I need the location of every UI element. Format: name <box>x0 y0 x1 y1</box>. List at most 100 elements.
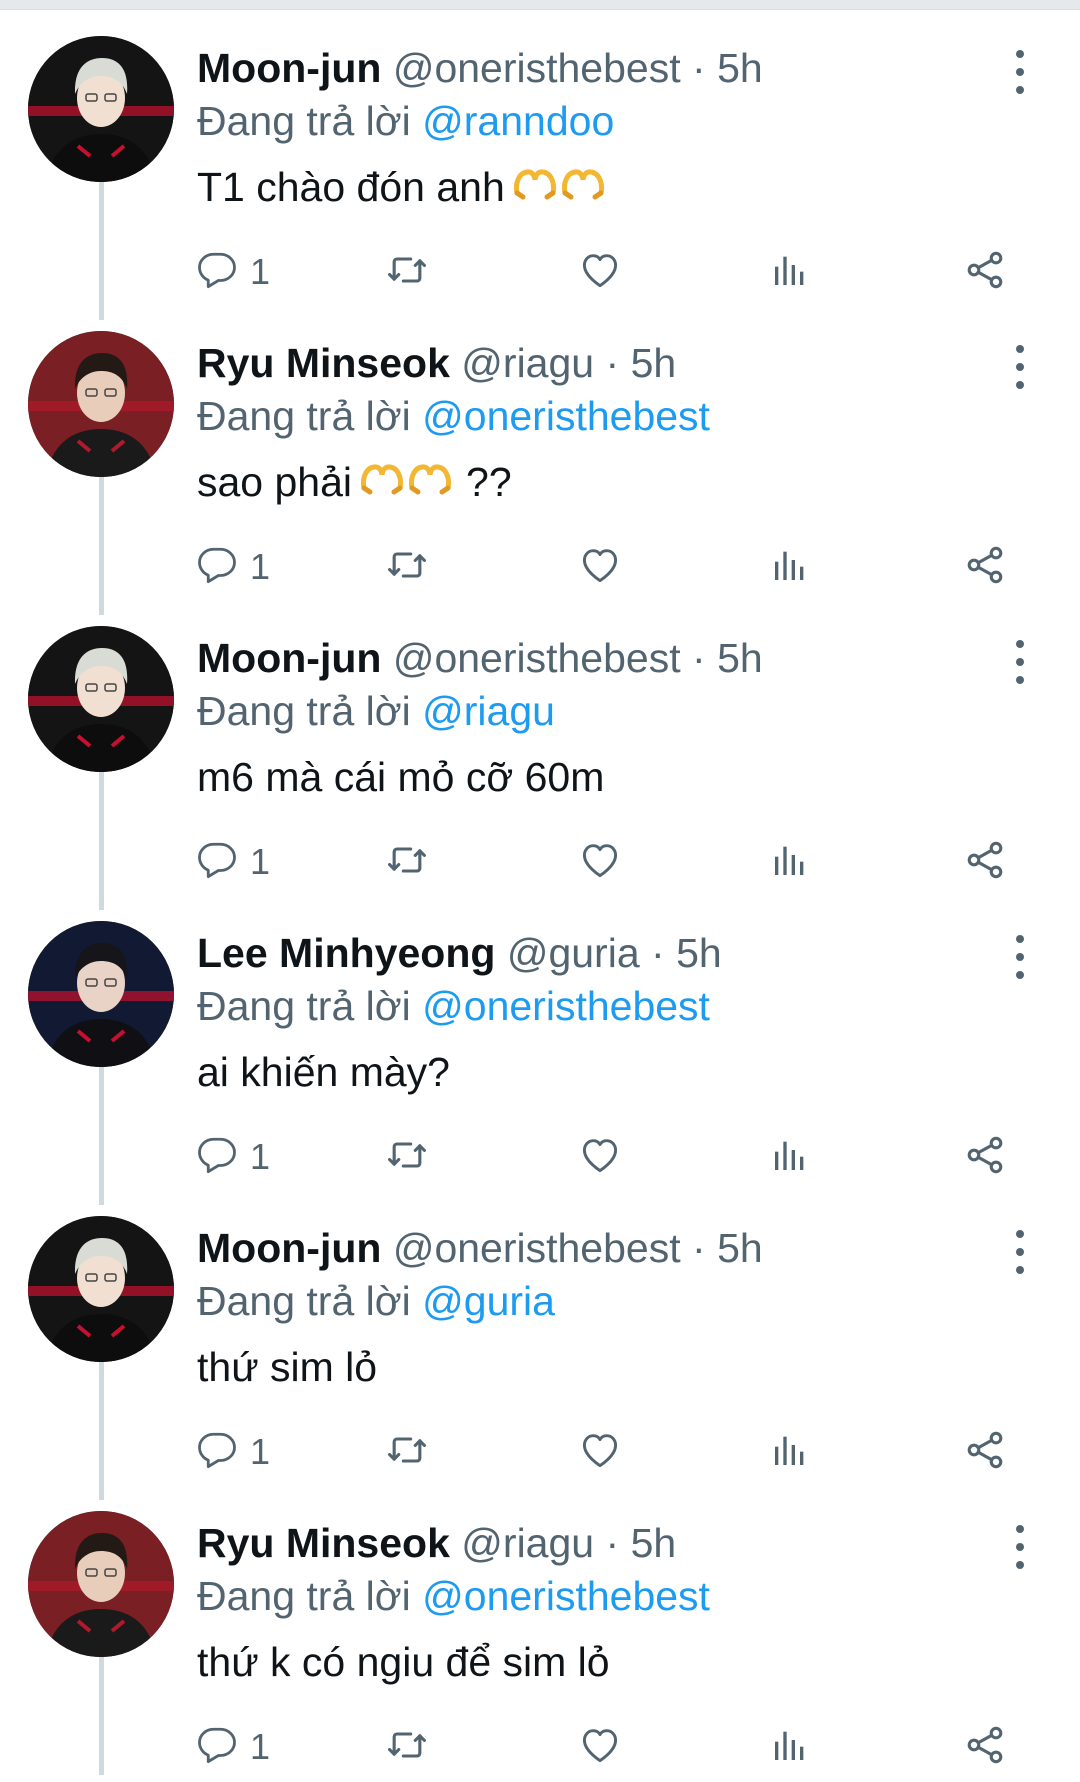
separator-dot: · <box>651 930 665 976</box>
like-button[interactable] <box>578 832 622 892</box>
avatar[interactable] <box>28 331 174 477</box>
tweet-text: T1 chào đón anh <box>197 160 619 214</box>
retweet-button[interactable] <box>385 537 429 597</box>
more-vertical-icon[interactable] <box>1000 935 1040 979</box>
share-icon <box>963 1133 1007 1182</box>
tweet[interactable]: Ryu Minseok @riagu · 5h Đang trả lời @on… <box>0 307 1080 602</box>
user-handle[interactable]: @guria <box>507 930 640 976</box>
share-button[interactable] <box>963 832 1007 892</box>
heart-icon <box>578 248 622 297</box>
user-handle[interactable]: @oneristhebest <box>393 635 681 681</box>
timestamp[interactable]: 5h <box>717 45 763 91</box>
like-button[interactable] <box>578 1127 622 1187</box>
tweet[interactable]: Moon-jun @oneristhebest · 5h Đang trả lờ… <box>0 12 1080 307</box>
retweet-button[interactable] <box>385 832 429 892</box>
reply-icon <box>196 1429 238 1476</box>
timestamp[interactable]: 5h <box>717 635 763 681</box>
tweet[interactable]: Ryu Minseok @riagu · 5h Đang trả lời @on… <box>0 1487 1080 1782</box>
mention-link[interactable]: @oneristhebest <box>422 983 710 1029</box>
heart-hands-emoji <box>360 455 408 509</box>
action-bar: 1 <box>0 832 1080 892</box>
timestamp[interactable]: 5h <box>631 1520 677 1566</box>
avatar[interactable] <box>28 921 174 1067</box>
reply-count: 1 <box>250 546 271 587</box>
more-vertical-icon[interactable] <box>1000 50 1040 94</box>
mention-link[interactable]: @oneristhebest <box>422 1573 710 1619</box>
like-button[interactable] <box>578 1717 622 1777</box>
reply-button[interactable]: 1 <box>196 242 270 302</box>
share-button[interactable] <box>963 242 1007 302</box>
reply-button[interactable]: 1 <box>196 537 270 597</box>
retweet-button[interactable] <box>385 1422 429 1482</box>
action-bar: 1 <box>0 1127 1080 1187</box>
mention-link[interactable]: @riagu <box>422 688 555 734</box>
share-button[interactable] <box>963 1422 1007 1482</box>
timestamp[interactable]: 5h <box>631 340 677 386</box>
user-handle[interactable]: @riagu <box>461 340 594 386</box>
tweet-header: Moon-jun @oneristhebest · 5h <box>197 633 763 683</box>
display-name[interactable]: Ryu Minseok <box>197 340 450 386</box>
replying-to-label: Đang trả lời <box>197 1278 411 1324</box>
views-button[interactable] <box>770 537 810 597</box>
avatar[interactable] <box>28 626 174 772</box>
tweet[interactable]: Moon-jun @oneristhebest · 5h Đang trả lờ… <box>0 1192 1080 1487</box>
share-button[interactable] <box>963 1717 1007 1777</box>
like-button[interactable] <box>578 242 622 302</box>
reply-icon <box>196 839 238 886</box>
user-handle[interactable]: @oneristhebest <box>393 1225 681 1271</box>
more-vertical-icon[interactable] <box>1000 345 1040 389</box>
tweet-header: Moon-jun @oneristhebest · 5h <box>197 1223 763 1273</box>
avatar[interactable] <box>28 1511 174 1657</box>
views-chart-icon <box>770 250 810 295</box>
more-vertical-icon[interactable] <box>1000 640 1040 684</box>
retweet-button[interactable] <box>385 242 429 302</box>
display-name[interactable]: Ryu Minseok <box>197 1520 450 1566</box>
more-vertical-icon[interactable] <box>1000 1525 1040 1569</box>
display-name[interactable]: Lee Minhyeong <box>197 930 495 976</box>
like-button[interactable] <box>578 1422 622 1482</box>
heart-hands-emoji <box>408 455 456 509</box>
retweet-button[interactable] <box>385 1127 429 1187</box>
views-button[interactable] <box>770 1422 810 1482</box>
share-button[interactable] <box>963 1127 1007 1187</box>
user-handle[interactable]: @oneristhebest <box>393 45 681 91</box>
like-button[interactable] <box>578 537 622 597</box>
retweet-button[interactable] <box>385 1717 429 1777</box>
mention-link[interactable]: @oneristhebest <box>422 393 710 439</box>
tweet[interactable]: Moon-jun @oneristhebest · 5h Đang trả lờ… <box>0 602 1080 897</box>
share-button[interactable] <box>963 537 1007 597</box>
replying-to-label: Đang trả lời <box>197 98 411 144</box>
heart-hands-emoji <box>513 160 561 214</box>
timestamp[interactable]: 5h <box>676 930 722 976</box>
views-chart-icon <box>770 545 810 590</box>
tweet[interactable]: Lee Minhyeong @guria · 5h Đang trả lời @… <box>0 897 1080 1192</box>
display-name[interactable]: Moon-jun <box>197 45 381 91</box>
heart-icon <box>578 543 622 592</box>
tweet-header: Ryu Minseok @riagu · 5h <box>197 1518 676 1568</box>
views-chart-icon <box>770 1430 810 1475</box>
display-name[interactable]: Moon-jun <box>197 1225 381 1271</box>
replying-to-label: Đang trả lời <box>197 983 411 1029</box>
user-handle[interactable]: @riagu <box>461 1520 594 1566</box>
reply-count: 1 <box>250 1726 271 1767</box>
display-name[interactable]: Moon-jun <box>197 635 381 681</box>
reply-button[interactable]: 1 <box>196 1127 270 1187</box>
avatar[interactable] <box>28 36 174 182</box>
more-vertical-icon[interactable] <box>1000 1230 1040 1274</box>
views-button[interactable] <box>770 832 810 892</box>
tweet-text-main: thứ k có ngiu để sim lỏ <box>197 1639 610 1685</box>
reply-button[interactable]: 1 <box>196 1717 270 1777</box>
views-button[interactable] <box>770 1717 810 1777</box>
retweet-icon <box>385 248 429 297</box>
views-button[interactable] <box>770 1127 810 1187</box>
reply-button[interactable]: 1 <box>196 832 270 892</box>
timestamp[interactable]: 5h <box>717 1225 763 1271</box>
mention-link[interactable]: @guria <box>422 1278 555 1324</box>
mention-link[interactable]: @ranndoo <box>422 98 614 144</box>
replying-to: Đang trả lời @oneristhebest <box>197 391 710 441</box>
avatar[interactable] <box>28 1216 174 1362</box>
reply-icon <box>196 249 238 296</box>
heart-icon <box>578 838 622 887</box>
reply-button[interactable]: 1 <box>196 1422 270 1482</box>
views-button[interactable] <box>770 242 810 302</box>
